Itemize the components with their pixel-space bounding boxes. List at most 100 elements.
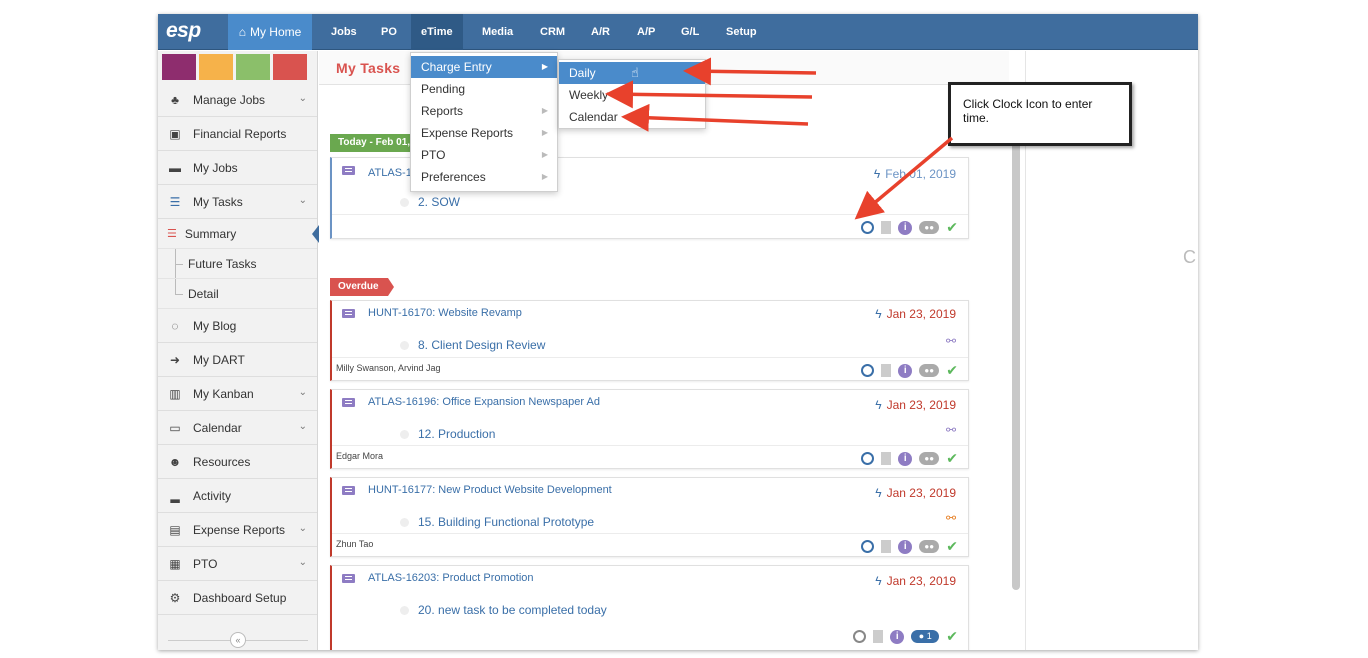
link-icon[interactable]: ⚯ — [946, 423, 956, 437]
menu-item-label: Calendar — [569, 110, 618, 124]
sidebar-item-my-kanban[interactable]: ▥ My Kanban ⌄ — [158, 377, 317, 411]
menu-item-preferences[interactable]: Preferences ▶ — [411, 166, 557, 188]
document-icon[interactable] — [873, 630, 884, 643]
comment-icon[interactable]: ●● — [919, 540, 940, 553]
menu-item-weekly[interactable]: Weekly — [559, 84, 705, 106]
menu-item-reports[interactable]: Reports ▶ — [411, 100, 557, 122]
task-card[interactable]: ATLAS-16196: Office Expansion Newspaper … — [330, 389, 969, 469]
comment-count-badge[interactable]: ● 1 — [911, 630, 940, 643]
sidebar-item-dashboard-setup[interactable]: ⚙ Dashboard Setup — [158, 581, 317, 615]
clock-icon[interactable] — [861, 452, 875, 465]
nav-media[interactable]: Media — [482, 14, 513, 50]
sidebar-item-activity[interactable]: ▂ Activity — [158, 479, 317, 513]
chevron-down-icon[interactable]: ⌄ — [299, 93, 307, 104]
job-title-link[interactable]: HUNT-16177: New Product Website Developm… — [368, 484, 612, 496]
check-icon[interactable]: ✔ — [946, 538, 958, 555]
info-icon[interactable]: i — [890, 629, 905, 644]
nav-setup[interactable]: Setup — [726, 14, 757, 50]
sidebar-item-resources[interactable]: ☻ Resources — [158, 445, 317, 479]
comment-icon[interactable]: ●● — [919, 452, 940, 465]
menu-item-pto[interactable]: PTO ▶ — [411, 144, 557, 166]
nav-gl[interactable]: G/L — [681, 14, 699, 50]
job-title-link[interactable]: HUNT-16170: Website Revamp — [368, 307, 522, 319]
clock-icon[interactable] — [861, 540, 875, 553]
task-title-link[interactable]: 20. new task to be completed today — [418, 603, 607, 617]
clock-icon[interactable] — [861, 364, 875, 377]
task-card[interactable]: ATLAS-16203: Product Promotion ϟ Jan 23, … — [330, 565, 969, 650]
sidebar-item-label: Activity — [193, 488, 232, 503]
chevron-down-icon[interactable]: ⌄ — [299, 421, 307, 432]
task-card[interactable]: HUNT-16177: New Product Website Developm… — [330, 477, 969, 557]
document-icon[interactable] — [881, 540, 892, 553]
clock-icon[interactable] — [861, 221, 875, 234]
sidebar-item-my-jobs[interactable]: ▬ My Jobs — [158, 151, 317, 185]
nav-ap[interactable]: A/P — [637, 14, 655, 50]
nav-po[interactable]: PO — [381, 14, 397, 50]
swatch-1[interactable] — [162, 54, 196, 80]
task-status-dot[interactable] — [400, 606, 409, 615]
swatch-4[interactable] — [273, 54, 307, 80]
task-title-link[interactable]: 8. Client Design Review — [418, 338, 545, 352]
link-icon[interactable]: ⚯ — [946, 511, 956, 525]
task-title-link[interactable]: 15. Building Functional Prototype — [418, 515, 594, 529]
sidebar-item-my-tasks[interactable]: ☰ My Tasks ⌄ — [158, 185, 317, 219]
info-icon[interactable]: i — [898, 363, 913, 378]
info-icon[interactable]: i — [898, 539, 913, 554]
nav-jobs[interactable]: Jobs — [331, 14, 357, 50]
link-icon[interactable]: ⚯ — [946, 334, 956, 348]
menu-item-charge-entry[interactable]: Charge Entry ▶ — [411, 56, 557, 78]
menu-item-daily[interactable]: Daily ☝ — [559, 62, 705, 84]
chevron-down-icon[interactable]: ⌄ — [299, 195, 307, 206]
sidebar-subitem-summary[interactable]: ☰ Summary — [158, 219, 319, 249]
comment-icon[interactable]: ●● — [919, 221, 940, 234]
swatch-2[interactable] — [199, 54, 233, 80]
collapse-sidebar-icon[interactable]: « — [230, 632, 246, 648]
app-logo[interactable]: esp — [166, 19, 201, 43]
chevron-down-icon[interactable]: ⌄ — [299, 387, 307, 398]
card-actions: i ●● ✔ — [861, 362, 958, 379]
job-title-link[interactable]: ATLAS-16203: Product Promotion — [368, 572, 534, 584]
check-icon[interactable]: ✔ — [946, 219, 958, 236]
job-title-link[interactable]: ATLAS-16196: Office Expansion Newspaper … — [368, 396, 600, 408]
task-status-dot[interactable] — [400, 430, 409, 439]
menu-item-pending[interactable]: Pending — [411, 78, 557, 100]
bolt-icon: ϟ — [875, 398, 882, 412]
swatch-3[interactable] — [236, 54, 270, 80]
task-status-dot[interactable] — [400, 198, 409, 207]
sidebar-item-my-dart[interactable]: ➜ My DART — [158, 343, 317, 377]
main-scrollbar[interactable] — [1012, 104, 1020, 590]
chevron-down-icon[interactable]: ⌄ — [299, 523, 307, 534]
document-icon[interactable] — [881, 221, 892, 234]
sidebar-item-pto[interactable]: ▦ PTO ⌄ — [158, 547, 317, 581]
menu-item-calendar[interactable]: Calendar — [559, 106, 705, 128]
check-icon[interactable]: ✔ — [946, 450, 958, 467]
info-icon[interactable]: i — [898, 451, 913, 466]
nav-ar[interactable]: A/R — [591, 14, 610, 50]
document-icon[interactable] — [881, 452, 892, 465]
sidebar-item-expense-reports[interactable]: ▤ Expense Reports ⌄ — [158, 513, 317, 547]
task-title-link[interactable]: 12. Production — [418, 427, 495, 441]
info-icon[interactable]: i — [898, 220, 913, 235]
check-icon[interactable]: ✔ — [946, 362, 958, 379]
menu-item-expense-reports[interactable]: Expense Reports ▶ — [411, 122, 557, 144]
sidebar-item-label: Dashboard Setup — [193, 590, 287, 605]
comment-icon[interactable]: ●● — [919, 364, 940, 377]
task-status-dot[interactable] — [400, 341, 409, 350]
sidebar-item-my-blog[interactable]: ◌ My Blog — [158, 309, 317, 343]
sidebar-item-financial-reports[interactable]: ▣ Financial Reports — [158, 117, 317, 151]
sidebar-item-manage-jobs[interactable]: ♣ Manage Jobs ⌄ — [158, 83, 317, 117]
task-status-dot[interactable] — [400, 518, 409, 527]
check-icon[interactable]: ✔ — [946, 628, 958, 645]
task-card[interactable]: HUNT-16170: Website Revamp ϟ Jan 23, 2019… — [330, 300, 969, 381]
menu-item-label: Reports — [421, 104, 464, 118]
nav-etime[interactable]: eTime — [411, 14, 463, 50]
nav-my-home[interactable]: ⌂ My Home — [228, 14, 312, 50]
document-icon[interactable] — [881, 364, 892, 377]
sidebar-subitem-future-tasks[interactable]: Future Tasks — [158, 249, 317, 279]
clock-icon[interactable] — [853, 630, 867, 643]
task-title-link[interactable]: 2. SOW — [418, 195, 460, 209]
nav-crm[interactable]: CRM — [540, 14, 565, 50]
chevron-down-icon[interactable]: ⌄ — [299, 557, 307, 568]
sidebar-item-calendar[interactable]: ▭ Calendar ⌄ — [158, 411, 317, 445]
sidebar-subitem-detail[interactable]: Detail — [158, 279, 317, 309]
